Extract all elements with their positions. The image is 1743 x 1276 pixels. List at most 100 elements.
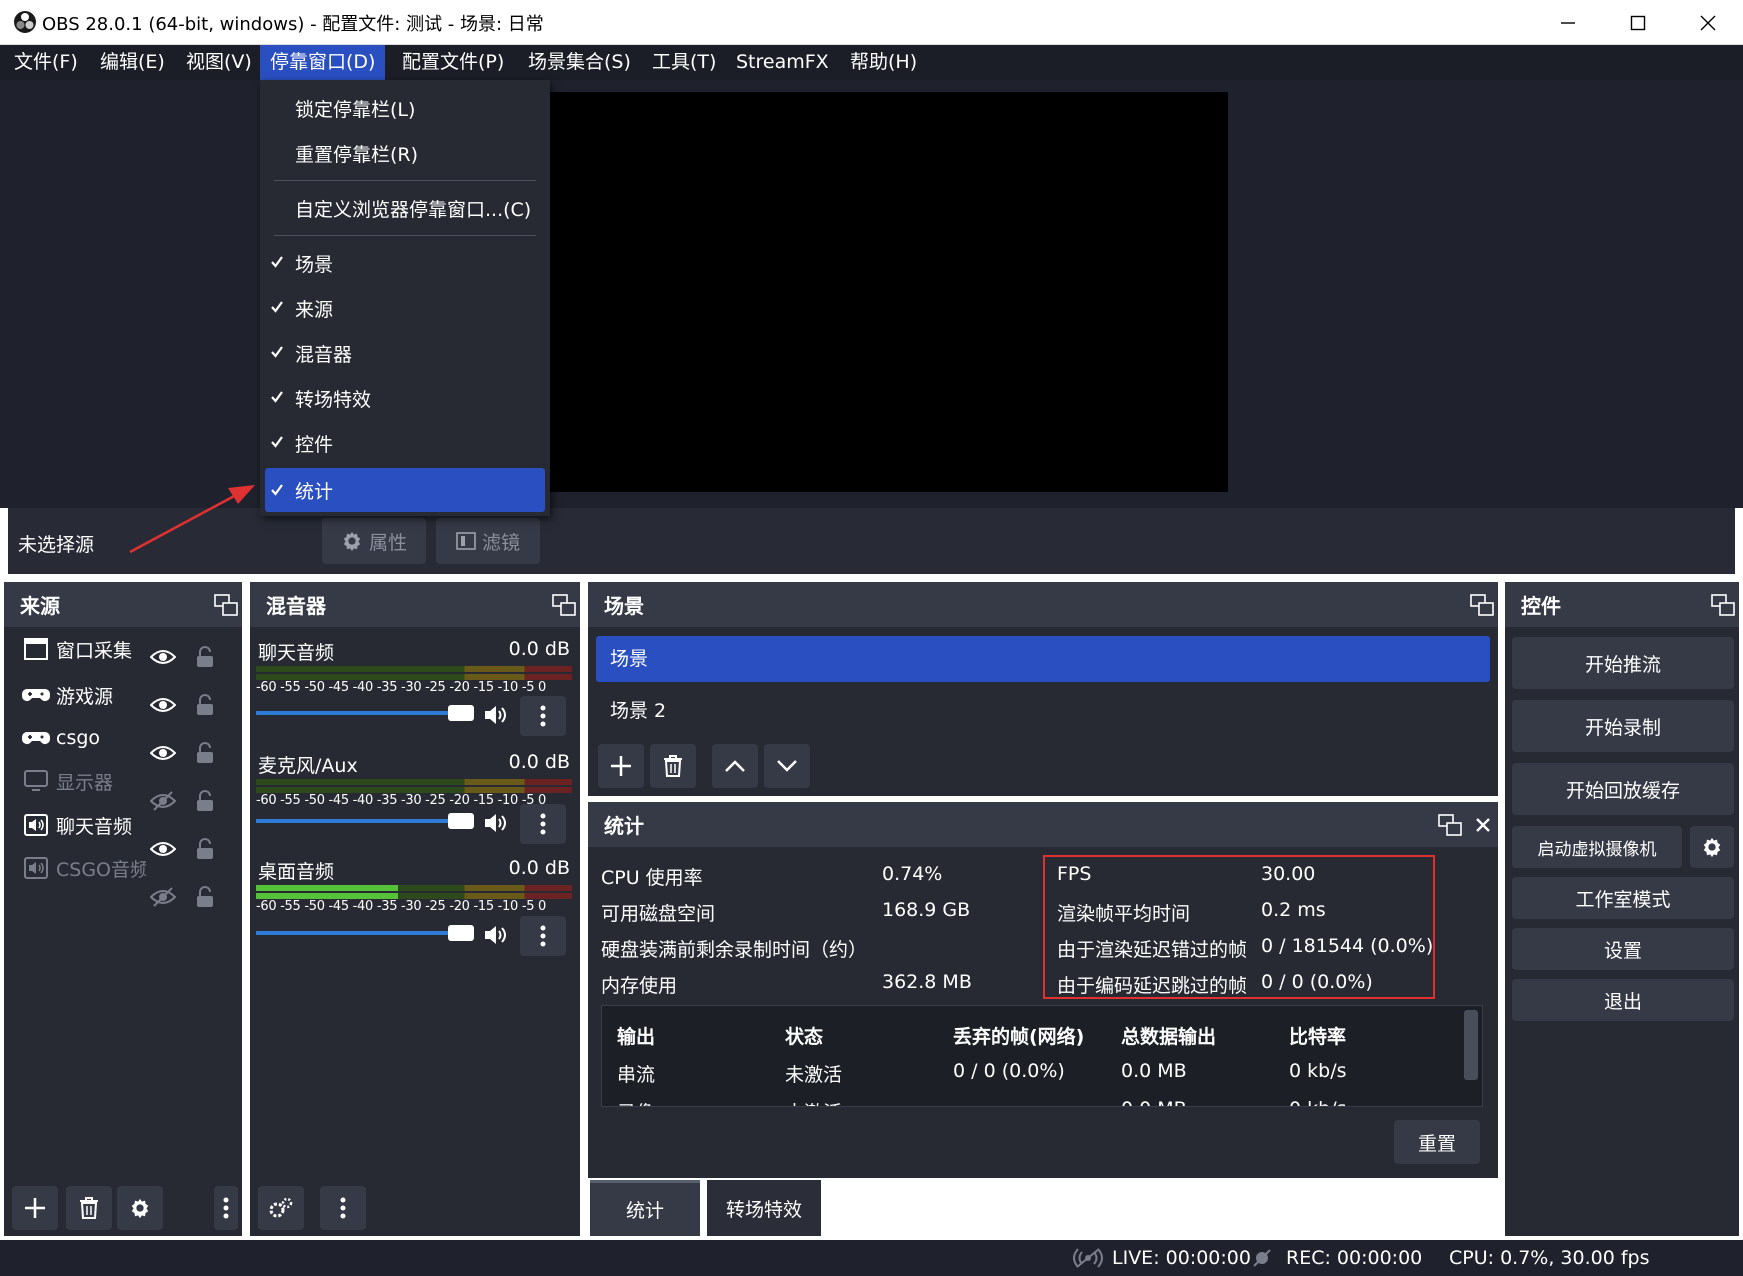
window-icon [24,638,48,660]
menu-docks[interactable]: 停靠窗口(D) [260,45,386,80]
tab-stats[interactable]: 统计 [590,1180,700,1236]
menu-view[interactable]: 视图(V) [176,45,262,80]
source-properties-button[interactable] [117,1186,163,1230]
stat-value: 0.74% [882,863,943,885]
stats-dock-header: 统计 [588,802,1498,847]
scene-item-selected[interactable]: 场景 [596,636,1490,682]
eye-off-icon[interactable] [150,887,176,907]
settings-button[interactable]: 设置 [1512,928,1734,970]
sources-dock-title: 来源 [20,594,60,618]
tab-transitions[interactable]: 转场特效 [707,1180,821,1236]
plus-icon [611,756,631,776]
menu-item-stats[interactable]: 统计 [265,468,545,512]
add-scene-button[interactable] [598,744,644,788]
source-name: 聊天音频 [56,815,133,838]
menu-item-controls[interactable]: 控件 [260,423,550,463]
lock-icon[interactable] [196,742,214,764]
filters-button[interactable]: 滤镜 [436,518,540,564]
eye-off-icon[interactable] [150,791,176,811]
menu-help[interactable]: 帮助(H) [840,45,927,80]
volume-slider-handle[interactable] [448,925,474,941]
preview-canvas[interactable] [548,92,1228,492]
lock-icon[interactable] [196,790,214,812]
menu-item-scenes[interactable]: 场景 [260,243,550,283]
source-more-button[interactable] [214,1186,238,1230]
close-window-button[interactable] [1673,0,1743,45]
menu-tools[interactable]: 工具(T) [642,45,726,80]
menu-profile[interactable]: 配置文件(P) [392,45,514,80]
menu-item-label: 场景 [295,253,334,276]
table-cell: 录像 [617,1098,655,1106]
volume-icon[interactable] [484,812,510,834]
move-scene-up-button[interactable] [712,744,758,788]
mixer-advanced-settings-button[interactable] [258,1186,304,1230]
table-header: 丢弃的帧(网络) [953,1026,1085,1048]
volume-icon[interactable] [484,704,510,726]
maximize-button[interactable] [1603,0,1673,45]
mixer-more-button[interactable] [320,1186,366,1230]
channel-more-button[interactable] [520,804,566,844]
eye-icon[interactable] [150,648,176,666]
lock-icon[interactable] [196,886,214,908]
channel-more-button[interactable] [520,696,566,736]
check-icon [271,436,283,448]
menu-edit[interactable]: 编辑(E) [90,45,175,80]
menu-item-mixer[interactable]: 混音器 [260,333,550,373]
eye-icon[interactable] [150,696,176,714]
start-recording-button[interactable]: 开始录制 [1512,700,1734,752]
live-status: LIVE: 00:00:00 [1112,1247,1251,1269]
scene-item[interactable]: 场景 2 [596,688,1490,734]
start-streaming-button[interactable]: 开始推流 [1512,637,1734,689]
menu-item-label: 控件 [295,433,334,456]
mixer-channel-desktop-audio: 桌面音频 0.0 dB -60 -55 -50 -45 -40 -35 -30 … [256,857,576,961]
channel-more-button[interactable] [520,916,566,956]
undock-icon[interactable] [1438,814,1462,836]
lock-icon[interactable] [196,838,214,860]
source-toolbar: 未选择源 [8,508,1735,574]
close-icon[interactable] [1476,818,1490,832]
menu-file[interactable]: 文件(F) [4,45,88,80]
volume-slider-track[interactable] [256,819,456,823]
undock-icon[interactable] [1711,594,1735,616]
eye-icon[interactable] [150,840,176,858]
start-replay-buffer-button[interactable]: 开始回放缓存 [1512,763,1734,815]
start-virtual-camera-button[interactable]: 启动虚拟摄像机 [1512,826,1682,868]
exit-button[interactable]: 退出 [1512,979,1734,1021]
table-cell: 串流 [617,1064,656,1086]
menu-item-reset-docks[interactable]: 重置停靠栏(R) [260,133,550,173]
lock-icon[interactable] [196,694,214,716]
menu-item-custom-browser-docks[interactable]: 自定义浏览器停靠窗口...(C) [260,188,550,228]
add-source-button[interactable] [12,1186,58,1230]
button-label: 退出 [1603,990,1642,1013]
undock-icon[interactable] [1470,594,1494,616]
volume-slider-track[interactable] [256,711,456,715]
reset-stats-button[interactable]: 重置 [1394,1120,1480,1164]
remove-scene-button[interactable] [650,744,696,788]
move-scene-down-button[interactable] [764,744,810,788]
menu-scene-collection[interactable]: 场景集合(S) [518,45,641,80]
eye-icon[interactable] [150,744,176,762]
menu-item-lock-docks[interactable]: 锁定停靠栏(L) [260,88,550,128]
undock-icon[interactable] [552,594,576,616]
virtual-camera-settings-button[interactable] [1690,826,1734,868]
controls-dock-title: 控件 [1521,594,1561,618]
maximize-icon [1630,15,1646,30]
properties-button[interactable]: 属性 [322,518,426,564]
volume-icon[interactable] [484,924,510,946]
undock-icon[interactable] [214,594,238,616]
more-vertical-icon [340,1197,346,1219]
studio-mode-button[interactable]: 工作室模式 [1512,877,1734,919]
remove-source-button[interactable] [66,1186,112,1230]
minimize-button[interactable] [1533,0,1603,45]
more-vertical-icon [540,813,546,835]
volume-slider-track[interactable] [256,931,456,935]
annotation-arrow-icon [129,485,255,554]
stats-dock-title: 统计 [604,814,644,838]
volume-slider-handle[interactable] [448,813,474,829]
menu-streamfx[interactable]: StreamFX [726,45,839,80]
lock-icon[interactable] [196,646,214,668]
volume-slider-handle[interactable] [448,705,474,721]
menu-item-transitions[interactable]: 转场特效 [260,378,550,418]
table-scrollbar[interactable] [1464,1010,1478,1080]
menu-item-sources[interactable]: 来源 [260,288,550,328]
